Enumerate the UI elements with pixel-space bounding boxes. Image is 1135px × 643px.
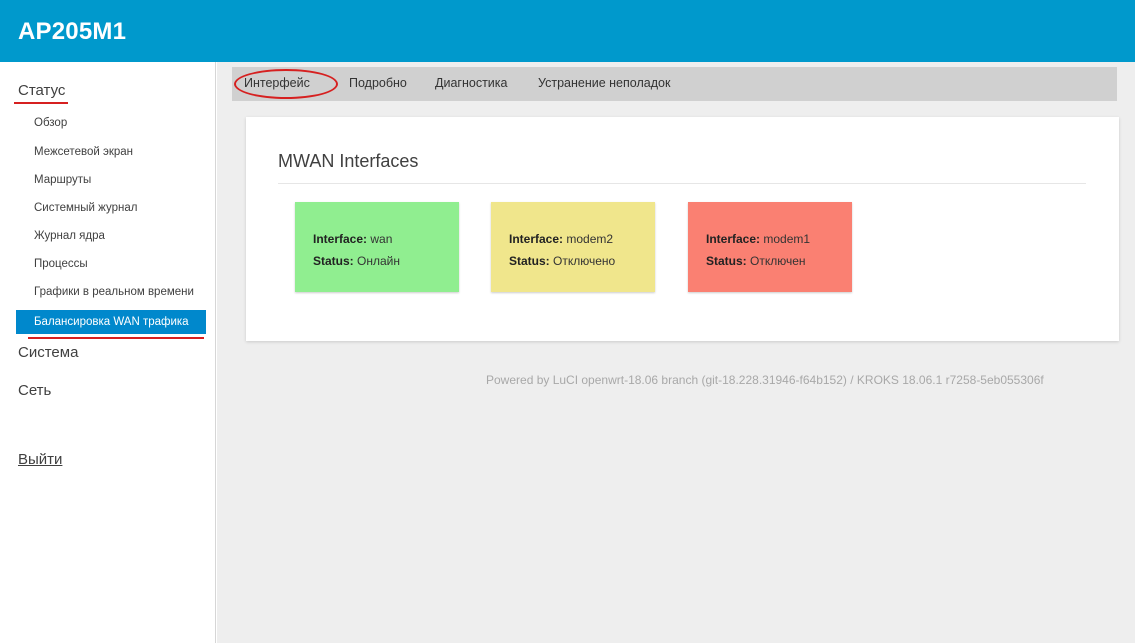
status-value: Отключен xyxy=(750,254,806,268)
sidebar-subitem-kernel-log[interactable]: Журнал ядра xyxy=(34,230,105,242)
footer-powered-by: Powered by LuCI openwrt-18.06 branch (gi… xyxy=(486,373,1044,387)
annotation-underline-wan-balancing xyxy=(28,337,204,339)
panel-title: MWAN Interfaces xyxy=(278,151,419,171)
interface-label: Interface: xyxy=(706,232,761,246)
interface-card-modem1: Interface: modem1 Status: Отключен xyxy=(688,202,852,292)
status-value: Отключено xyxy=(553,254,616,268)
annotation-circle-interface-tab xyxy=(234,69,338,99)
top-header-bar: AP205M1 xyxy=(0,0,1135,62)
interface-label: Interface: xyxy=(313,232,368,246)
sidebar-item-network[interactable]: Сеть xyxy=(18,382,51,399)
sidebar-subitem-system-log[interactable]: Системный журнал xyxy=(34,202,137,214)
logout-link[interactable]: Выйти xyxy=(18,451,62,468)
sidebar-subitem-firewall[interactable]: Межсетевой экран xyxy=(34,146,133,158)
sidebar-subitem-realtime-graphs[interactable]: Графики в реальном времени xyxy=(34,286,194,298)
sidebar-item-system[interactable]: Система xyxy=(18,344,78,361)
interface-card-modem2: Interface: modem2 Status: Отключено xyxy=(491,202,655,292)
interface-value: modem2 xyxy=(566,232,614,246)
sidebar-subitem-routes[interactable]: Маршруты xyxy=(34,174,91,186)
status-value: Онлайн xyxy=(357,254,400,268)
sidebar-subitem-processes[interactable]: Процессы xyxy=(34,258,88,270)
status-label: Status: xyxy=(509,254,550,268)
status-label: Status: xyxy=(313,254,354,268)
mwan-interfaces-panel: MWAN Interfaces Interface: wan Status: О… xyxy=(246,117,1119,341)
interface-value: modem1 xyxy=(763,232,811,246)
device-title[interactable]: AP205M1 xyxy=(18,18,126,46)
tab-details[interactable]: Подробно xyxy=(349,76,407,90)
interface-value: wan xyxy=(370,232,393,246)
tab-diagnostics[interactable]: Диагностика xyxy=(435,76,507,90)
sidebar-subitem-wan-balancing[interactable]: Балансировка WAN трафика xyxy=(16,310,206,334)
interface-card-wan: Interface: wan Status: Онлайн xyxy=(295,202,459,292)
annotation-underline-status xyxy=(14,102,68,104)
sidebar: Статус Обзор Межсетевой экран Маршруты С… xyxy=(0,62,216,643)
main-content: Интерфейс Подробно Диагностика Устранени… xyxy=(217,62,1135,643)
sidebar-subitem-overview[interactable]: Обзор xyxy=(34,117,67,129)
tab-troubleshooting[interactable]: Устранение неполадок xyxy=(538,76,670,90)
panel-divider xyxy=(278,183,1086,184)
interface-label: Interface: xyxy=(509,232,564,246)
tab-bar: Интерфейс Подробно Диагностика Устранени… xyxy=(232,67,1117,101)
status-label: Status: xyxy=(706,254,747,268)
sidebar-item-status[interactable]: Статус xyxy=(18,82,65,99)
